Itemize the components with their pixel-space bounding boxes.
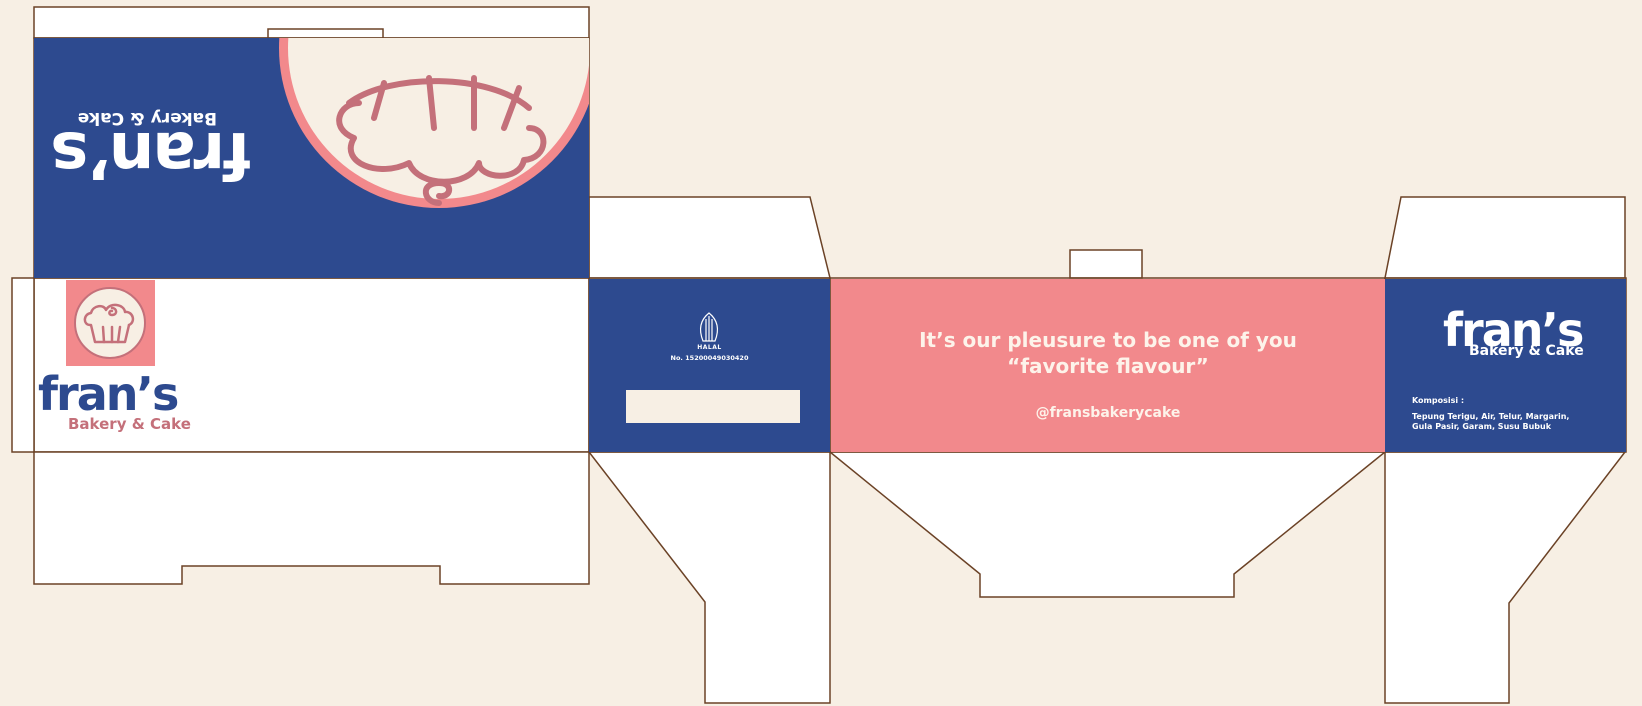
bottom-flap-right	[1384, 451, 1627, 704]
glue-flap	[11, 277, 35, 453]
barcode-placeholder	[626, 390, 800, 423]
composition-list: Tepung Terigu, Air, Telur, Margarin, Gul…	[1412, 412, 1602, 432]
lid-tab	[267, 28, 384, 39]
composition-title: Komposisi :	[1412, 396, 1465, 405]
slogan-line-2: “favorite flavour”	[1007, 354, 1209, 378]
back-top-tab	[1069, 249, 1143, 279]
side-brand-tagline: Bakery & Cake	[1469, 343, 1584, 359]
composition-line-2: Gula Pasir, Garam, Susu Bubuk	[1412, 422, 1552, 431]
dust-flap-left	[588, 196, 831, 279]
composition-line-1: Tepung Terigu, Air, Telur, Margarin,	[1412, 412, 1570, 421]
cupcake-icon	[66, 280, 155, 366]
bottom-flap-left	[587, 451, 831, 704]
social-handle: @fransbakerycake	[1035, 405, 1181, 421]
front-brand-name: fran’s	[38, 367, 179, 421]
slogan-line-1: It’s our pleusure to be one of you	[919, 328, 1297, 352]
back-print: It’s our pleusure to be one of you “favo…	[831, 279, 1385, 452]
lid-brand-name: fran’s	[52, 117, 251, 191]
side-right-print: fran’s Bakery & Cake Komposisi : Tepung …	[1385, 279, 1626, 452]
bottom-flap-back	[827, 451, 1388, 598]
halal-number: No. 15200049030420	[670, 354, 749, 362]
side-left-print: HALAL No. 15200049030420	[589, 279, 830, 452]
slogan: It’s our pleusure to be one of you “favo…	[831, 327, 1385, 379]
bottom-flap-front	[33, 451, 590, 585]
dust-flap-right	[1384, 196, 1626, 279]
halal-label: HALAL	[697, 344, 722, 351]
lid-print: fran’s Bakery & Cake	[34, 38, 589, 278]
lid-brand-tagline: Bakery & Cake	[77, 108, 217, 128]
halal-icon	[699, 312, 719, 342]
front-brand-tagline: Bakery & Cake	[68, 415, 191, 433]
